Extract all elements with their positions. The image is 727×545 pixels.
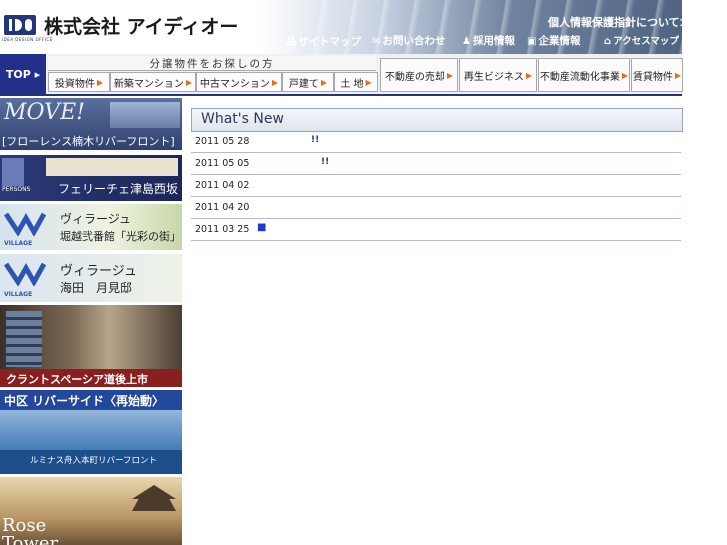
- company-info-label: 企業情報: [538, 35, 581, 47]
- nav-regeneration[interactable]: 再生ビジネス ▶: [459, 58, 537, 92]
- nav-liquidation[interactable]: 不動産流動化事業 ▶: [538, 58, 630, 92]
- arrow-right-icon: ▶: [271, 77, 279, 87]
- nav-rental[interactable]: 賃貸物件 ▶: [631, 58, 683, 92]
- sitemap-link[interactable]: 品サイトマップ: [286, 33, 361, 49]
- news-date: 2011 05 05: [195, 158, 250, 169]
- nav-house[interactable]: 戸建て ▶: [282, 72, 334, 92]
- arrow-right-icon: ▶: [674, 70, 682, 80]
- banner-rose-subtitle: Tower: [2, 533, 59, 545]
- mail-icon: ✉: [372, 36, 381, 47]
- nav-top-button[interactable]: TOP ▸: [0, 54, 46, 94]
- news-date: 2011 05 28: [195, 136, 250, 147]
- nav-bunjo-label: 分譲物件をお探しの方: [48, 56, 376, 71]
- news-item[interactable]: 2011 04 02: [191, 175, 681, 197]
- banner-florence-photo: [110, 102, 180, 128]
- access-map-label: アクセスマップ: [613, 36, 679, 47]
- nav-land-label: 土 地: [340, 78, 364, 90]
- banner-feliche-subtitle: フェリーチェ津島西坂: [58, 182, 179, 196]
- news-date: 2011 04 02: [195, 180, 250, 191]
- arrow-right-icon: ▶: [446, 70, 454, 80]
- arrow-right-icon: ▶: [185, 77, 193, 87]
- nav-sell-label: 不動産の売却: [384, 71, 445, 83]
- building-icon: ⌂: [604, 36, 612, 47]
- banner-village2-title: ヴィラージュ: [60, 264, 137, 279]
- sitemap-label: サイトマップ: [298, 36, 361, 48]
- news-item[interactable]: 2011 03 25 ■: [191, 219, 681, 241]
- company-logo-icon[interactable]: [4, 15, 36, 35]
- news-item[interactable]: 2011 05 05 !!: [191, 153, 681, 175]
- nav-land[interactable]: 土 地 ▶: [334, 72, 378, 92]
- nav-new-mansion-label: 新築マンション: [113, 78, 184, 90]
- person-icon: ♟: [462, 36, 471, 47]
- nav-investment[interactable]: 投資物件 ▶: [48, 72, 110, 92]
- banner-village2-subtitle: 海田 月見邸: [60, 281, 133, 295]
- nav-investment-label: 投資物件: [54, 78, 95, 90]
- banner-clanto-building: [6, 311, 42, 367]
- banner-village1-title: ヴィラージュ: [60, 212, 131, 226]
- access-map-link[interactable]: ⌂ アクセスマップ: [604, 33, 679, 47]
- logo-icon: ▣: [527, 36, 537, 47]
- nav-used-mansion-label: 中古マンション: [199, 78, 270, 90]
- news-new-mark: !!: [321, 157, 330, 167]
- banner-rose-tower[interactable]: Rose Tower: [0, 477, 182, 545]
- banner-feliche-photo: [2, 158, 24, 186]
- company-info-link[interactable]: ▣ 企業情報: [527, 33, 580, 48]
- banner-feliche-title: PERSONS: [2, 186, 31, 193]
- banner-florence-subtitle: [フローレンス楠木リバーフロント]: [2, 135, 175, 148]
- arrow-right-icon: ▶: [365, 77, 372, 87]
- news-date: 2011 03 25: [195, 224, 250, 235]
- company-name[interactable]: 株式会社 アイディオー: [44, 12, 238, 39]
- banner-luminous-subtitle: ルミナス舟入本町リバーフロント: [30, 456, 157, 466]
- nav-house-label: 戸建て: [288, 78, 319, 90]
- banner-village-horikoshi[interactable]: VILLAGE ヴィラージュ 堀越弐番館「光彩の街」: [0, 204, 182, 250]
- recruit-link[interactable]: ♟ 採用情報: [462, 33, 515, 48]
- banner-luminous[interactable]: 中区 リバーサイド〈再始動〉 ルミナス舟入本町リバーフロント: [0, 390, 182, 474]
- nav-liquidation-label: 不動産流動化事業: [539, 71, 620, 83]
- contact-link[interactable]: ✉ お問い合わせ: [372, 33, 445, 48]
- banner-luminous-title: 中区 リバーサイド〈再始動〉: [4, 394, 164, 408]
- contact-label: お問い合わせ: [382, 35, 446, 47]
- village-logo-icon: [3, 260, 47, 288]
- privacy-policy-link[interactable]: 個人情報保護指針について≫: [548, 14, 691, 30]
- arrow-right-icon: ▶: [320, 77, 328, 87]
- arrow-right-icon: ▶: [525, 70, 533, 80]
- village-logo-icon: [3, 210, 47, 238]
- banner-village-kaita[interactable]: VILLAGE ヴィラージュ 海田 月見邸: [0, 254, 182, 302]
- nav-rental-label: 賃貸物件: [632, 71, 673, 83]
- nav-sell[interactable]: 不動産の売却 ▶: [380, 58, 458, 92]
- nav-new-mansion[interactable]: 新築マンション ▶: [110, 72, 196, 92]
- banner-feliche-card: [46, 158, 178, 176]
- news-item[interactable]: 2011 04 20: [191, 197, 681, 219]
- news-new-mark: !!: [311, 135, 320, 145]
- arrow-right-icon: ▶: [621, 70, 629, 80]
- nav-used-mansion[interactable]: 中古マンション ▶: [196, 72, 282, 92]
- castle-icon: [132, 485, 176, 511]
- banner-clanto[interactable]: クラントスペーシア道後上市: [0, 305, 182, 387]
- sitemap-icon: 品: [286, 37, 296, 48]
- banner-village-tag: VILLAGE: [4, 291, 33, 298]
- banner-village1-subtitle: 堀越弐番館「光彩の街」: [60, 230, 181, 243]
- nav-regeneration-label: 再生ビジネス: [463, 71, 524, 83]
- news-square-icon: ■: [257, 222, 267, 233]
- whats-new-title: What's New: [201, 111, 284, 127]
- news-item[interactable]: 2011 05 28 !!: [191, 131, 681, 153]
- recruit-label: 採用情報: [472, 35, 515, 47]
- banner-village-tag: VILLAGE: [4, 240, 33, 247]
- banner-florence-title: MOVE!: [4, 100, 85, 125]
- arrow-right-icon: ▶: [96, 77, 104, 87]
- banner-feliche[interactable]: PERSONS フェリーチェ津島西坂: [0, 155, 182, 201]
- news-date: 2011 04 20: [195, 202, 250, 213]
- banner-florence[interactable]: MOVE! [フローレンス楠木リバーフロント]: [0, 98, 182, 150]
- banner-clanto-title: クラントスペーシア道後上市: [6, 373, 149, 386]
